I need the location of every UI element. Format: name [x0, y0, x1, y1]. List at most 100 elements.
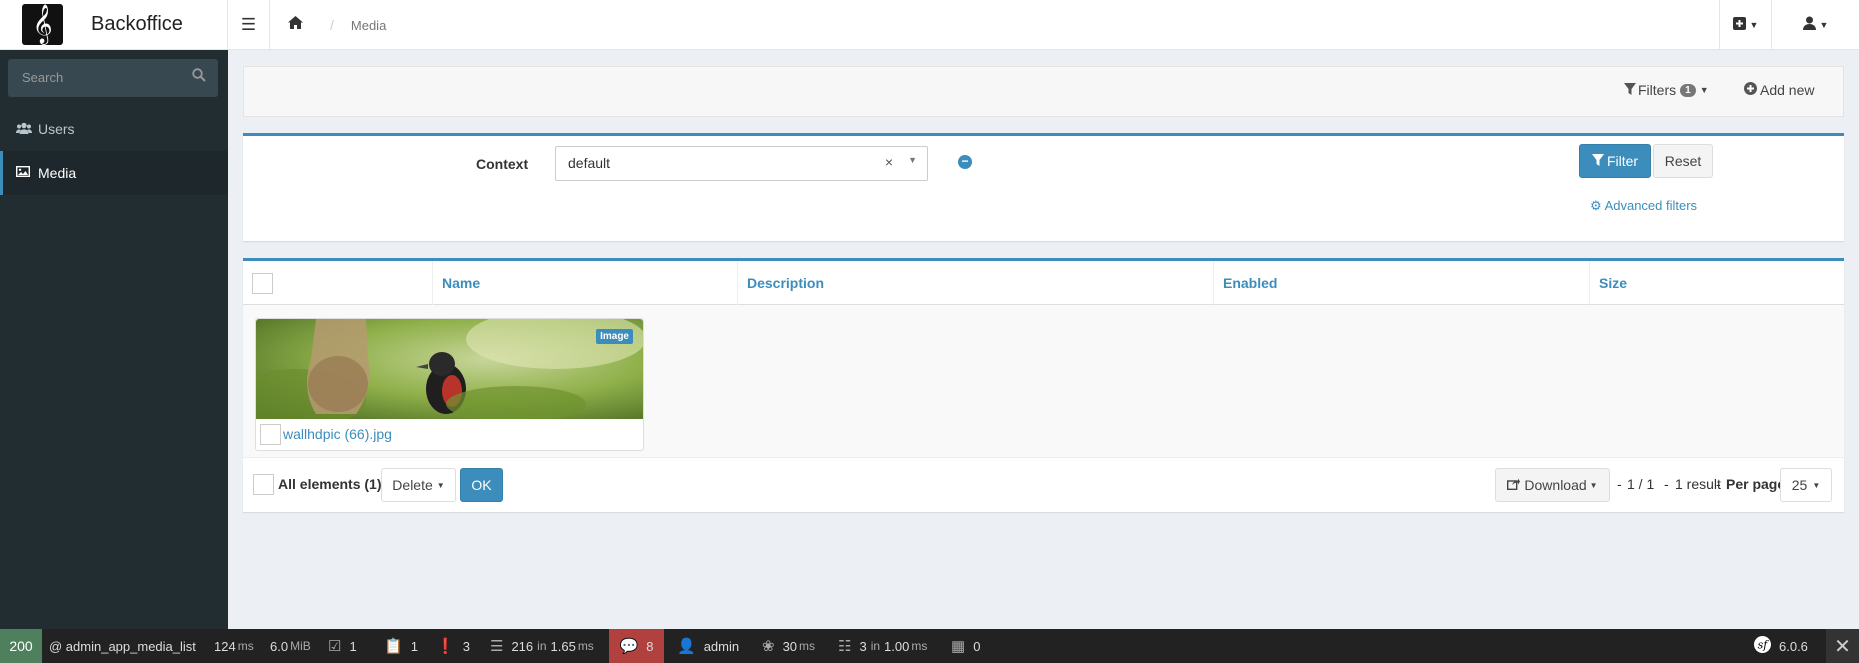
media-select-checkbox[interactable] [260, 424, 281, 445]
translation-icon: 💬 [619, 638, 639, 655]
alert-icon: ❗ [436, 638, 455, 655]
time-value: 124 [214, 638, 236, 654]
sonata-count: 0 [973, 638, 981, 654]
batch-action-select[interactable]: Delete ▼ [381, 468, 456, 502]
pagination-sep: - [1664, 476, 1669, 492]
validator-panel[interactable]: 📋 1 [384, 629, 418, 663]
column-size[interactable]: Size [1590, 261, 1844, 305]
search-icon[interactable] [192, 68, 206, 86]
cache-time: 1.65 [550, 638, 576, 654]
all-elements-checkbox[interactable] [253, 474, 274, 495]
media-filename-link[interactable]: wallhdpic (66).jpg [283, 426, 392, 442]
symfony-logo-icon: sf [1754, 636, 1771, 656]
filters-count-badge: 1 [1680, 83, 1696, 97]
media-grid: Image wallhdpic (66).jpg [243, 305, 1844, 457]
user-menu-button[interactable]: ▼ [1771, 0, 1859, 50]
sidebar-search-input[interactable]: Search [8, 59, 218, 97]
user-icon [1802, 16, 1816, 34]
plus-square-icon [1732, 16, 1746, 34]
translation-count: 8 [646, 638, 654, 654]
cache-count: 216 [511, 638, 534, 654]
sidebar: Search Users Media [0, 50, 228, 629]
caret-down-icon: ▼ [1819, 20, 1829, 30]
list-footer: All elements (1) Delete ▼ OK Download ▼ … [243, 457, 1844, 512]
security-panel[interactable]: 👤 admin [677, 629, 739, 663]
search-placeholder: Search [22, 70, 64, 85]
home-icon[interactable] [287, 15, 304, 35]
close-toolbar-icon[interactable]: ✕ [1826, 629, 1859, 663]
cache-in: in [537, 639, 547, 653]
time-unit: ms [237, 639, 254, 653]
action-bar: Filters 1 ▼ Add new [243, 66, 1844, 117]
filter-icon [1624, 82, 1636, 98]
per-page-select[interactable]: 25 ▼ [1780, 468, 1832, 502]
cache-unit: ms [577, 639, 594, 653]
reset-button[interactable]: Reset [1653, 144, 1713, 178]
forms-count: 1 [349, 638, 357, 654]
all-elements-label: All elements (1) [278, 476, 382, 492]
sonata-panel[interactable]: ▦ 0 [951, 629, 980, 663]
cache-panel[interactable]: ☰ 216 in 1.65 ms [490, 629, 594, 663]
filter-button-label: Filter [1606, 153, 1639, 169]
memory-unit: MiB [290, 639, 311, 653]
time-panel[interactable]: 124 ms [214, 629, 254, 663]
db-in: in [870, 639, 881, 653]
table-header: Name Description Enabled Size [243, 261, 1844, 305]
context-select[interactable]: default × ▼ [555, 146, 928, 181]
status-code[interactable]: 200 [0, 629, 42, 663]
download-button[interactable]: Download ▼ [1495, 468, 1610, 502]
column-name[interactable]: Name [433, 261, 738, 305]
logs-panel[interactable]: ❗ 3 [436, 629, 470, 663]
add-new-button[interactable]: Add new [1744, 82, 1814, 98]
clear-selection-icon[interactable]: × [885, 154, 893, 170]
filter-button[interactable]: Filter [1579, 144, 1651, 178]
caret-down-icon: ▼ [1812, 480, 1821, 490]
result-count: 1 result [1675, 476, 1721, 492]
forms-panel[interactable]: ☑ 1 [328, 629, 357, 663]
select-all-checkbox[interactable] [252, 272, 273, 294]
page-indicator: 1 / 1 [1627, 476, 1655, 492]
route-name[interactable]: @ admin_app_media_list [49, 629, 196, 663]
caret-down-icon: ▼ [1589, 480, 1598, 490]
brand[interactable]: 𝄞 Backoffice [0, 0, 228, 50]
advanced-filters-label: Advanced filters [1604, 198, 1698, 213]
add-menu-button[interactable]: ▼ [1719, 0, 1771, 50]
db-time: 1.00 [884, 638, 910, 654]
breadcrumb-separator: / [330, 17, 334, 33]
brand-logo: 𝄞 [22, 4, 63, 45]
advanced-filters-link[interactable]: ⚙ Advanced filters [1590, 198, 1697, 214]
filters-dropdown-button[interactable]: Filters 1 ▼ [1624, 82, 1709, 98]
context-label: Context [476, 156, 529, 172]
batch-ok-button[interactable]: OK [460, 468, 503, 502]
symfony-version: 6.0.6 [1779, 638, 1808, 654]
download-label: Download [1524, 477, 1587, 493]
blocks-icon: ▦ [951, 638, 966, 655]
security-user: admin [703, 638, 740, 654]
column-enabled[interactable]: Enabled [1214, 261, 1590, 305]
media-list: Name Description Enabled Size Image wall… [243, 258, 1844, 512]
media-card[interactable]: Image wallhdpic (66).jpg [255, 318, 644, 451]
translation-panel[interactable]: 💬 8 [609, 629, 664, 663]
column-description[interactable]: Description [738, 261, 1214, 305]
sidebar-item-users[interactable]: Users [0, 107, 228, 151]
pagination-sep: - [1617, 476, 1622, 492]
twig-panel[interactable]: ❀ 30 ms [762, 629, 815, 663]
remove-filter-icon[interactable]: − [958, 155, 972, 169]
sidebar-item-media[interactable]: Media [0, 151, 228, 195]
database-panel[interactable]: ☷ 3 in 1.00 ms [838, 629, 927, 663]
sidebar-item-label: Media [38, 165, 77, 181]
caret-down-icon: ▼ [1749, 20, 1759, 30]
clipboard-icon: 📋 [384, 638, 403, 655]
checkbox-icon: ☑ [328, 638, 342, 655]
memory-panel[interactable]: 6.0 MiB [270, 629, 311, 663]
media-thumbnail[interactable]: Image [256, 319, 643, 419]
breadcrumb-current: Media [350, 17, 387, 33]
twig-unit: ms [799, 639, 816, 653]
add-new-label: Add new [1760, 82, 1815, 98]
breadcrumb: / Media [270, 0, 386, 50]
caret-down-icon: ▼ [436, 480, 445, 490]
sidebar-toggle-icon[interactable]: ☰ [228, 0, 270, 50]
caret-down-icon: ▼ [1699, 85, 1709, 95]
batch-action-value: Delete [392, 477, 433, 493]
symfony-version-panel[interactable]: sf 6.0.6 [1754, 629, 1808, 663]
